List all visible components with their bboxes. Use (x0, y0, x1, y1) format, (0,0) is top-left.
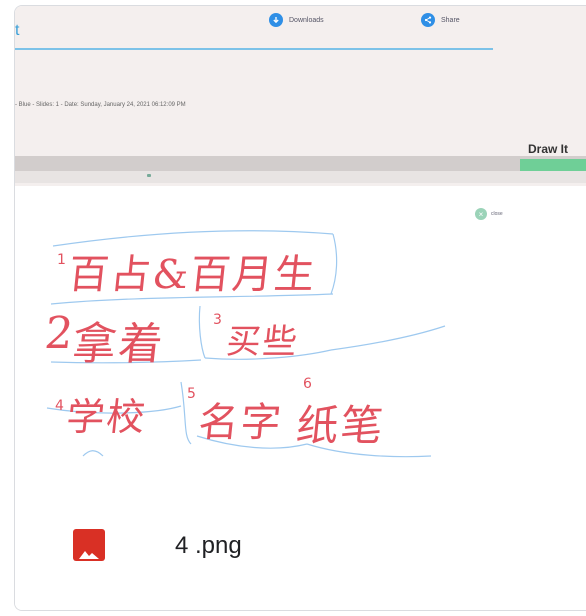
share-icon (421, 13, 435, 27)
toolbar-strip (15, 156, 586, 171)
tab-underline (15, 48, 493, 50)
file-info-row[interactable]: 4 .png (15, 482, 586, 610)
slide-meta: - Blue - Slides: 1 - Date: Sunday, Janua… (15, 102, 186, 108)
drawing-canvas: × close 1 百占&百月生 2 拿着 3 买些 4 学校 5 名字 6 纸 (15, 186, 586, 482)
item-number: 3 (213, 312, 222, 328)
handwriting-row-3b: 名字 (196, 400, 285, 446)
image-icon (73, 529, 105, 561)
item-number: 4 (55, 398, 64, 414)
scroll-strip[interactable] (15, 171, 586, 183)
draw-it-bar[interactable] (520, 159, 586, 171)
downloads-button[interactable]: Downloads (269, 13, 324, 27)
scroll-thumb[interactable] (147, 174, 151, 177)
downloads-label: Downloads (289, 16, 324, 24)
item-number: 6 (303, 376, 312, 392)
file-name: 4 .png (175, 532, 242, 559)
handwriting-row-3c: 纸笔 (294, 401, 388, 450)
handwriting-row-3: 学校 (64, 395, 149, 439)
handwriting-row-2: 拿着 (69, 319, 168, 370)
handwriting-row-1: 百占&百月生 (66, 252, 319, 298)
item-number: 1 (57, 252, 66, 268)
page-title-fragment: t (15, 22, 20, 39)
handwriting-row-2b: 买些 (224, 322, 301, 362)
file-card[interactable]: t Downloads Share - Blue - Slides: 1 - D… (14, 5, 586, 611)
thumbnail-header: t Downloads Share - Blue - Slides: 1 - D… (15, 6, 586, 186)
draw-it-button[interactable]: Draw It (528, 142, 568, 156)
item-number: 5 (187, 386, 196, 402)
share-button[interactable]: Share (421, 13, 460, 27)
share-label: Share (441, 16, 460, 24)
download-icon (269, 13, 283, 27)
